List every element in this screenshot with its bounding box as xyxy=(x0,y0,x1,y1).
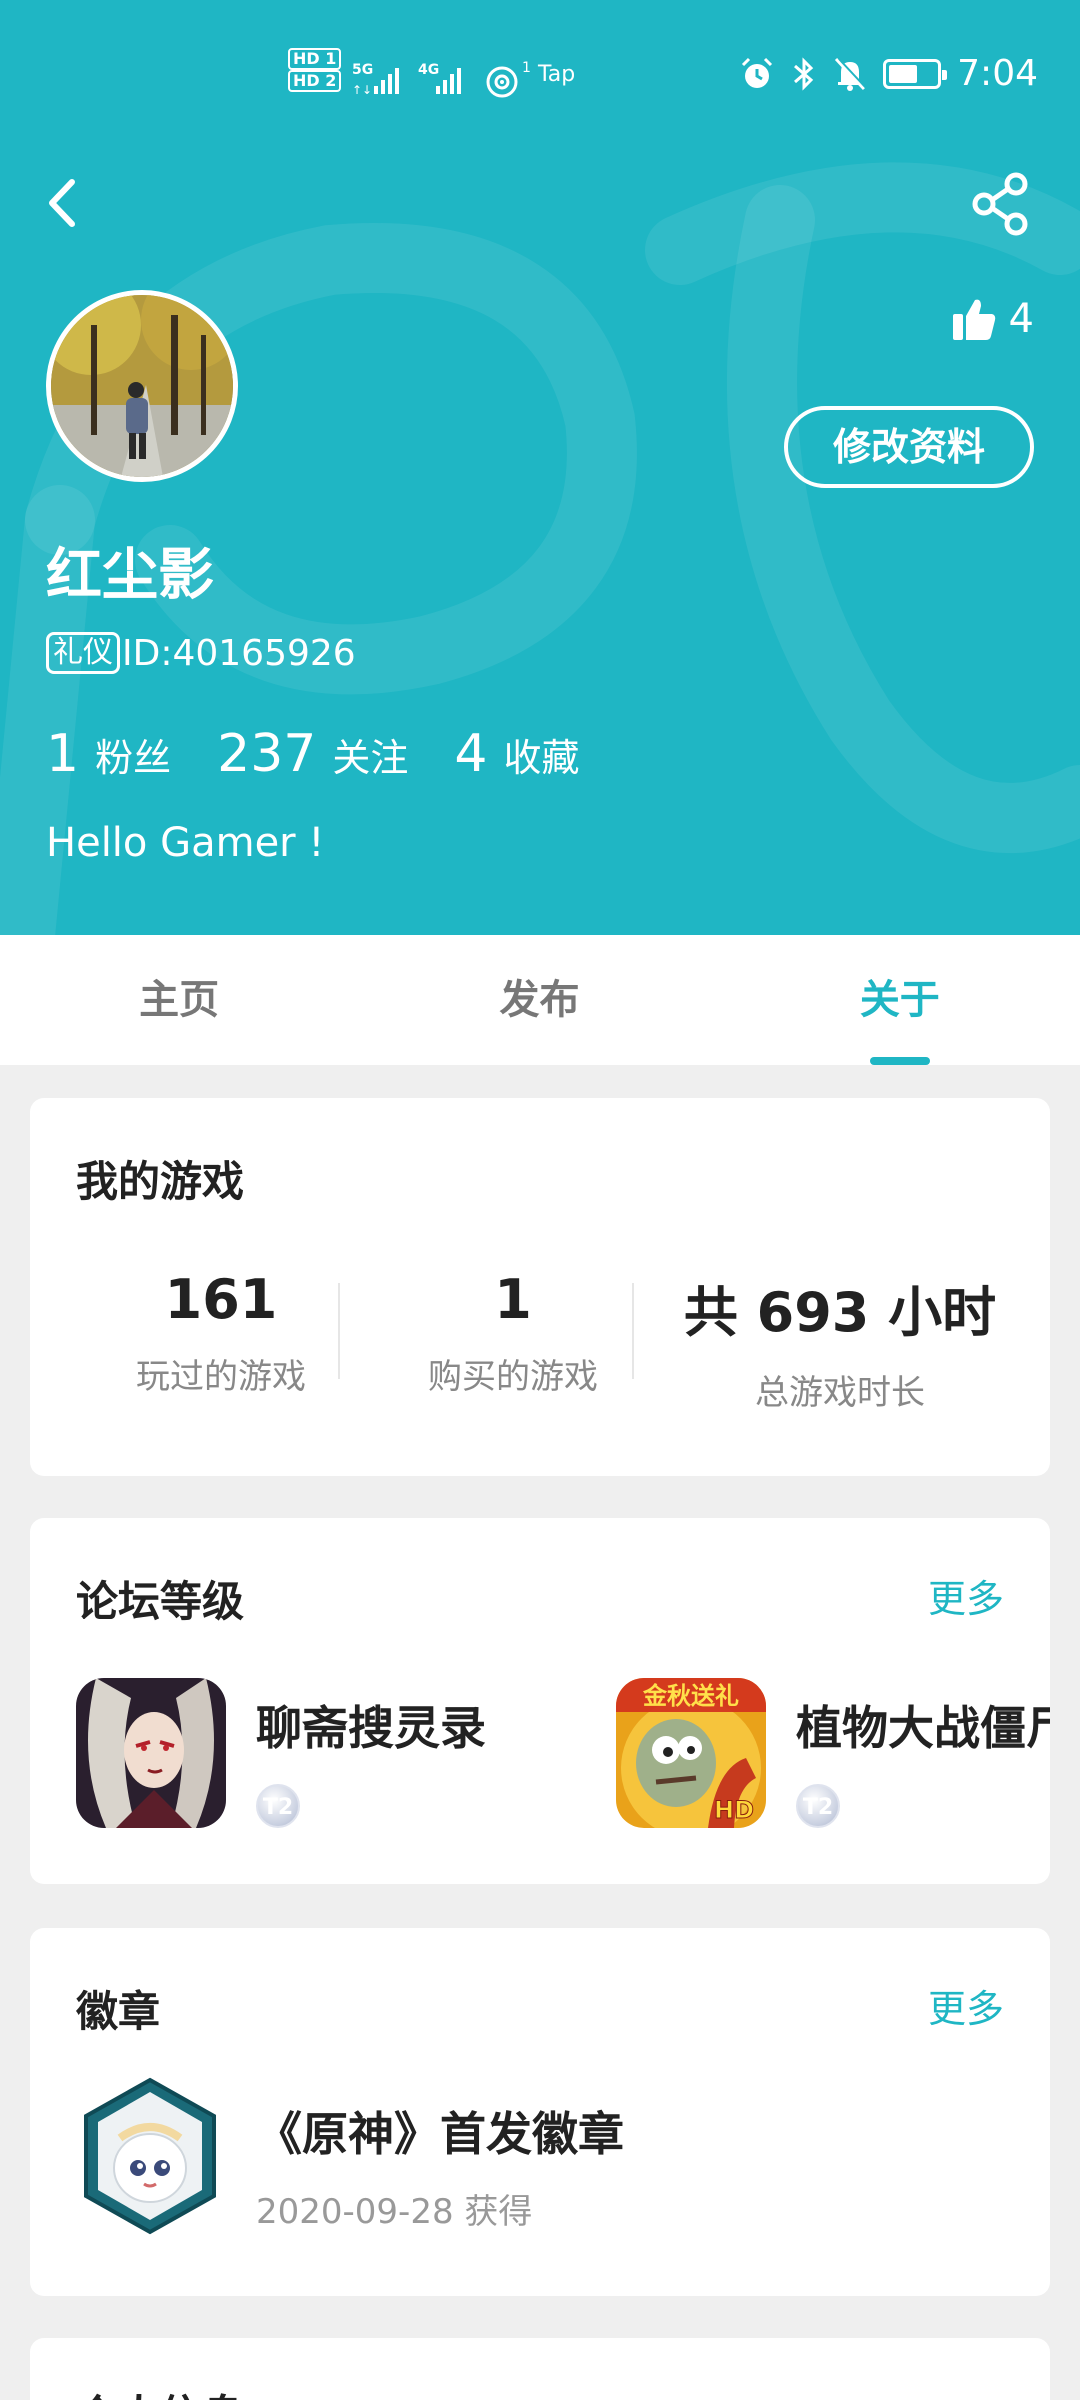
clock: 7:04 xyxy=(957,53,1038,94)
played-games-label: 玩过的游戏 xyxy=(136,1357,306,1397)
badge-name: 《原神》首发徽章 xyxy=(256,2107,624,2161)
played-games-count: 161 xyxy=(164,1268,278,1331)
follow-stats: 1 粉丝 237 关注 4 收藏 xyxy=(46,724,626,784)
svg-text:1: 1 xyxy=(522,60,531,76)
user-id: ID:40165926 xyxy=(122,632,356,674)
avatar-image xyxy=(51,295,233,477)
favorites-label[interactable]: 收藏 xyxy=(503,727,579,782)
hd-indicators: HD 1 HD 2 xyxy=(288,48,342,92)
user-bio: Hello Gamer ! xyxy=(46,820,325,866)
signal-icon: 5G ↑↓ 4G 1 xyxy=(352,60,531,98)
genshin-badge-icon[interactable] xyxy=(80,2076,220,2236)
total-playtime-stat[interactable]: 共 693 小时 总游戏时长 xyxy=(670,1268,1010,1414)
profile-tabs: 主页 发布 关于 xyxy=(0,935,1080,1065)
purchased-games-label: 购买的游戏 xyxy=(428,1357,598,1397)
total-playtime-label: 总游戏时长 xyxy=(755,1373,925,1413)
pvz-game-icon: 金秋送礼 HD xyxy=(616,1678,766,1828)
status-bar: HD 1 HD 2 5G ↑↓ 4G 1 Tap 7:04 xyxy=(0,0,1080,150)
forum-item[interactable]: 聊斋搜灵录 T2 xyxy=(76,1678,486,1828)
forum-item[interactable]: 金秋送礼 HD 植物大战僵尸 T2 xyxy=(616,1678,1050,1828)
personal-info-title: 个人信息 xyxy=(76,2382,244,2400)
mute-icon xyxy=(835,57,868,91)
badges-more-link[interactable]: 更多 xyxy=(928,1978,1004,2033)
total-playtime-value: 共 693 小时 xyxy=(683,1281,997,1344)
purchased-games-count: 1 xyxy=(494,1268,532,1331)
status-right: 7:04 xyxy=(739,54,1038,94)
badge-date: 2020-09-28 获得 xyxy=(256,2192,533,2232)
svg-text:5G: 5G xyxy=(352,62,373,78)
liaozhai-game-icon xyxy=(76,1678,226,1828)
battery-icon xyxy=(883,59,948,89)
fans-count[interactable]: 1 xyxy=(46,724,79,784)
alarm-icon xyxy=(742,57,773,88)
like-counter[interactable]: 4 xyxy=(951,296,1034,342)
played-games-stat[interactable]: 161 玩过的游戏 xyxy=(96,1268,346,1398)
forum-level-card: 论坛等级 更多 聊斋搜灵录 T2 金秋送礼 HD 植物大战僵尸 T2 xyxy=(30,1518,1050,1884)
profile-header: HD 1 HD 2 5G ↑↓ 4G 1 Tap 7:04 4 修改资料 红尘影… xyxy=(0,0,1080,935)
forum-game-name: 聊斋搜灵录 xyxy=(256,1701,486,1755)
avatar[interactable] xyxy=(46,290,238,482)
tab-home[interactable]: 主页 xyxy=(0,935,359,1065)
level-badge-icon: T2 xyxy=(256,1784,300,1828)
user-id-row: 礼仪 ID:40165926 xyxy=(46,632,356,674)
hd2-label: HD 2 xyxy=(288,70,342,92)
tab-posts[interactable]: 发布 xyxy=(359,935,719,1065)
tap-indicator: Tap xyxy=(538,62,576,87)
profile-page: HD 1 HD 2 5G ↑↓ 4G 1 Tap 7:04 4 修改资料 红尘影… xyxy=(0,0,1080,2400)
following-count[interactable]: 237 xyxy=(217,724,316,784)
forum-level-title: 论坛等级 xyxy=(76,1577,245,1626)
my-games-card[interactable]: 我的游戏 161 玩过的游戏 1 购买的游戏 共 693 小时 总游戏时长 xyxy=(30,1098,1050,1476)
svg-text:4G: 4G xyxy=(418,62,439,78)
pvz-icon-hd: HD xyxy=(714,1796,754,1824)
purchased-games-stat[interactable]: 1 购买的游戏 xyxy=(388,1268,638,1398)
like-count: 4 xyxy=(1008,296,1034,342)
my-games-title: 我的游戏 xyxy=(76,1157,245,1206)
etiquette-badge[interactable]: 礼仪 xyxy=(46,632,120,674)
username: 红尘影 xyxy=(46,543,214,608)
bluetooth-icon xyxy=(794,57,814,91)
hd1-label: HD 1 xyxy=(288,48,342,70)
badges-title: 徽章 xyxy=(76,1987,161,2036)
favorites-count[interactable]: 4 xyxy=(454,724,487,784)
following-label[interactable]: 关注 xyxy=(332,727,408,782)
back-icon[interactable] xyxy=(40,172,88,234)
tab-about[interactable]: 关于 xyxy=(720,935,1080,1065)
pvz-icon-banner: 金秋送礼 xyxy=(642,1682,739,1710)
share-icon[interactable] xyxy=(970,172,1032,236)
divider xyxy=(338,1283,340,1379)
battery-fill xyxy=(889,65,918,83)
personal-info-card: 个人信息 xyxy=(30,2338,1050,2400)
thumbs-up-icon xyxy=(952,299,995,340)
edit-profile-button[interactable]: 修改资料 xyxy=(784,406,1034,488)
level-badge-icon: T2 xyxy=(796,1784,840,1828)
divider xyxy=(632,1283,634,1379)
badges-card: 徽章 更多 《原神》首发徽章 2020-09-28 获得 xyxy=(30,1928,1050,2296)
forum-game-name: 植物大战僵尸 xyxy=(796,1701,1050,1755)
svg-text:↑↓: ↑↓ xyxy=(352,83,372,97)
forum-level-more-link[interactable]: 更多 xyxy=(928,1568,1004,1623)
fans-label[interactable]: 粉丝 xyxy=(95,727,171,782)
